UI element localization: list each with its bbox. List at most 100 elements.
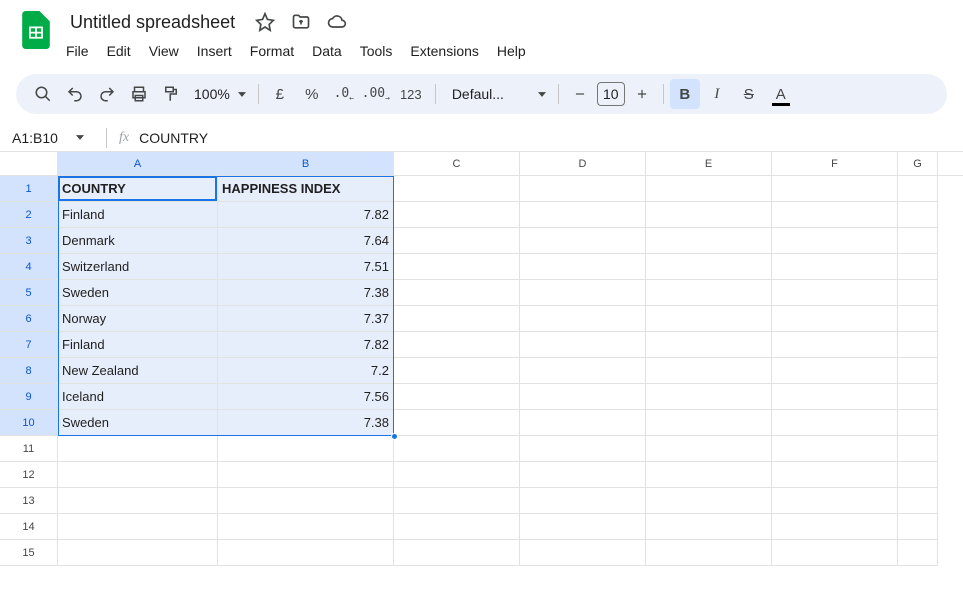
decrease-decimal-icon[interactable]: .0← [329, 79, 359, 109]
italic-button[interactable]: I [702, 79, 732, 109]
cell[interactable] [898, 462, 938, 488]
cell[interactable] [520, 436, 646, 462]
cell[interactable]: Finland [58, 332, 218, 358]
formula-input[interactable]: COUNTRY [139, 130, 208, 146]
menu-format[interactable]: Format [242, 39, 302, 63]
column-header-F[interactable]: F [772, 152, 898, 175]
cell[interactable]: HAPPINESS INDEX [218, 176, 394, 202]
cell[interactable]: Denmark [58, 228, 218, 254]
cell[interactable] [218, 436, 394, 462]
cell[interactable] [58, 488, 218, 514]
cell[interactable]: 7.2 [218, 358, 394, 384]
cell[interactable] [394, 202, 520, 228]
row-header[interactable]: 13 [0, 488, 58, 514]
cell[interactable] [898, 280, 938, 306]
row-header[interactable]: 5 [0, 280, 58, 306]
redo-icon[interactable] [92, 79, 122, 109]
cell[interactable] [394, 410, 520, 436]
menu-data[interactable]: Data [304, 39, 350, 63]
cell[interactable]: 7.64 [218, 228, 394, 254]
row-header[interactable]: 2 [0, 202, 58, 228]
cell[interactable] [898, 384, 938, 410]
row-header[interactable]: 15 [0, 540, 58, 566]
cell[interactable] [520, 488, 646, 514]
row-header[interactable]: 8 [0, 358, 58, 384]
menu-file[interactable]: File [58, 39, 97, 63]
row-header[interactable]: 11 [0, 436, 58, 462]
cell[interactable] [520, 254, 646, 280]
more-formats-button[interactable]: 123 [393, 79, 429, 109]
cell[interactable] [520, 176, 646, 202]
cell[interactable]: 7.82 [218, 332, 394, 358]
percent-button[interactable]: % [297, 79, 327, 109]
cell[interactable] [218, 514, 394, 540]
cell[interactable] [646, 332, 772, 358]
cell[interactable] [898, 514, 938, 540]
row-header[interactable]: 10 [0, 410, 58, 436]
cell[interactable] [58, 514, 218, 540]
cell[interactable] [394, 254, 520, 280]
cell[interactable] [898, 228, 938, 254]
cell[interactable] [646, 462, 772, 488]
row-header[interactable]: 1 [0, 176, 58, 202]
row-header[interactable]: 14 [0, 514, 58, 540]
cell[interactable] [394, 306, 520, 332]
cell[interactable] [772, 202, 898, 228]
cell[interactable]: 7.56 [218, 384, 394, 410]
sheets-logo[interactable] [16, 10, 56, 50]
cell[interactable] [646, 306, 772, 332]
cell[interactable] [772, 384, 898, 410]
cell[interactable] [58, 436, 218, 462]
menu-edit[interactable]: Edit [99, 39, 139, 63]
cell[interactable]: COUNTRY [58, 176, 218, 202]
cell[interactable] [898, 202, 938, 228]
cell[interactable] [772, 540, 898, 566]
cell[interactable] [520, 358, 646, 384]
cell[interactable]: 7.82 [218, 202, 394, 228]
cell[interactable]: Norway [58, 306, 218, 332]
cell[interactable] [772, 410, 898, 436]
cell[interactable]: Switzerland [58, 254, 218, 280]
row-header[interactable]: 3 [0, 228, 58, 254]
cell[interactable] [394, 488, 520, 514]
cell[interactable] [898, 436, 938, 462]
cell[interactable] [520, 280, 646, 306]
column-header-C[interactable]: C [394, 152, 520, 175]
cell[interactable] [646, 514, 772, 540]
row-header[interactable]: 4 [0, 254, 58, 280]
cell[interactable] [898, 540, 938, 566]
cell[interactable] [394, 436, 520, 462]
cell[interactable] [58, 462, 218, 488]
cell[interactable] [772, 254, 898, 280]
undo-icon[interactable] [60, 79, 90, 109]
star-icon[interactable] [253, 10, 277, 34]
search-menus-icon[interactable] [28, 79, 58, 109]
cell[interactable] [772, 514, 898, 540]
cell[interactable] [520, 514, 646, 540]
cell[interactable] [772, 332, 898, 358]
cell[interactable] [646, 280, 772, 306]
cell[interactable] [520, 228, 646, 254]
cell[interactable]: Finland [58, 202, 218, 228]
cell[interactable] [646, 358, 772, 384]
cell[interactable]: Sweden [58, 410, 218, 436]
cell[interactable] [898, 410, 938, 436]
cell[interactable] [898, 488, 938, 514]
move-folder-icon[interactable] [289, 10, 313, 34]
cell[interactable] [520, 202, 646, 228]
column-header-G[interactable]: G [898, 152, 938, 175]
cell[interactable] [646, 436, 772, 462]
paint-format-icon[interactable] [156, 79, 186, 109]
cell[interactable] [646, 488, 772, 514]
font-size-input[interactable] [597, 82, 625, 106]
cell[interactable] [646, 410, 772, 436]
menu-extensions[interactable]: Extensions [402, 39, 486, 63]
cell[interactable]: 7.38 [218, 410, 394, 436]
cell[interactable] [218, 540, 394, 566]
cell[interactable] [646, 202, 772, 228]
cell[interactable] [646, 540, 772, 566]
column-header-E[interactable]: E [646, 152, 772, 175]
cell[interactable] [646, 228, 772, 254]
cell[interactable]: 7.37 [218, 306, 394, 332]
font-size-decrease[interactable] [565, 79, 595, 109]
